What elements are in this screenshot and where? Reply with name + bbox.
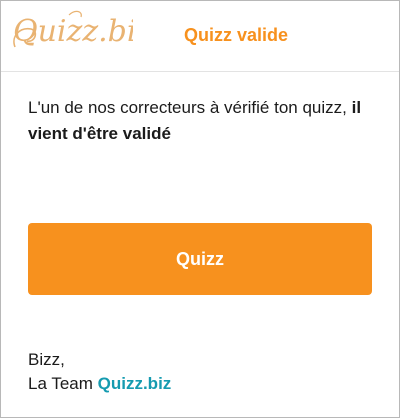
signature-team: La Team Quizz.biz <box>28 372 171 396</box>
validation-message: L'un de nos correcteurs à vérifié ton qu… <box>28 95 378 147</box>
signature: Bizz, La Team Quizz.biz <box>28 348 171 396</box>
signature-greeting: Bizz, <box>28 350 65 369</box>
message-text: L'un de nos correcteurs à vérifié ton qu… <box>28 98 352 117</box>
signature-team-prefix: La Team <box>28 374 98 393</box>
signature-brand-link[interactable]: Quizz.biz <box>98 374 172 393</box>
header-title: Quizz valide <box>184 25 289 45</box>
quizz-button[interactable]: Quizz <box>28 223 372 295</box>
quizz-biz-logo: Quizz.biz <box>13 10 133 49</box>
svg-text:Quizz.biz: Quizz.biz <box>13 14 133 49</box>
email-header: Quizz.biz Quizz valide <box>1 1 399 72</box>
email-frame: Quizz.biz Quizz valide L'un de nos corre… <box>0 0 400 418</box>
quizz-button-label: Quizz <box>176 248 224 269</box>
